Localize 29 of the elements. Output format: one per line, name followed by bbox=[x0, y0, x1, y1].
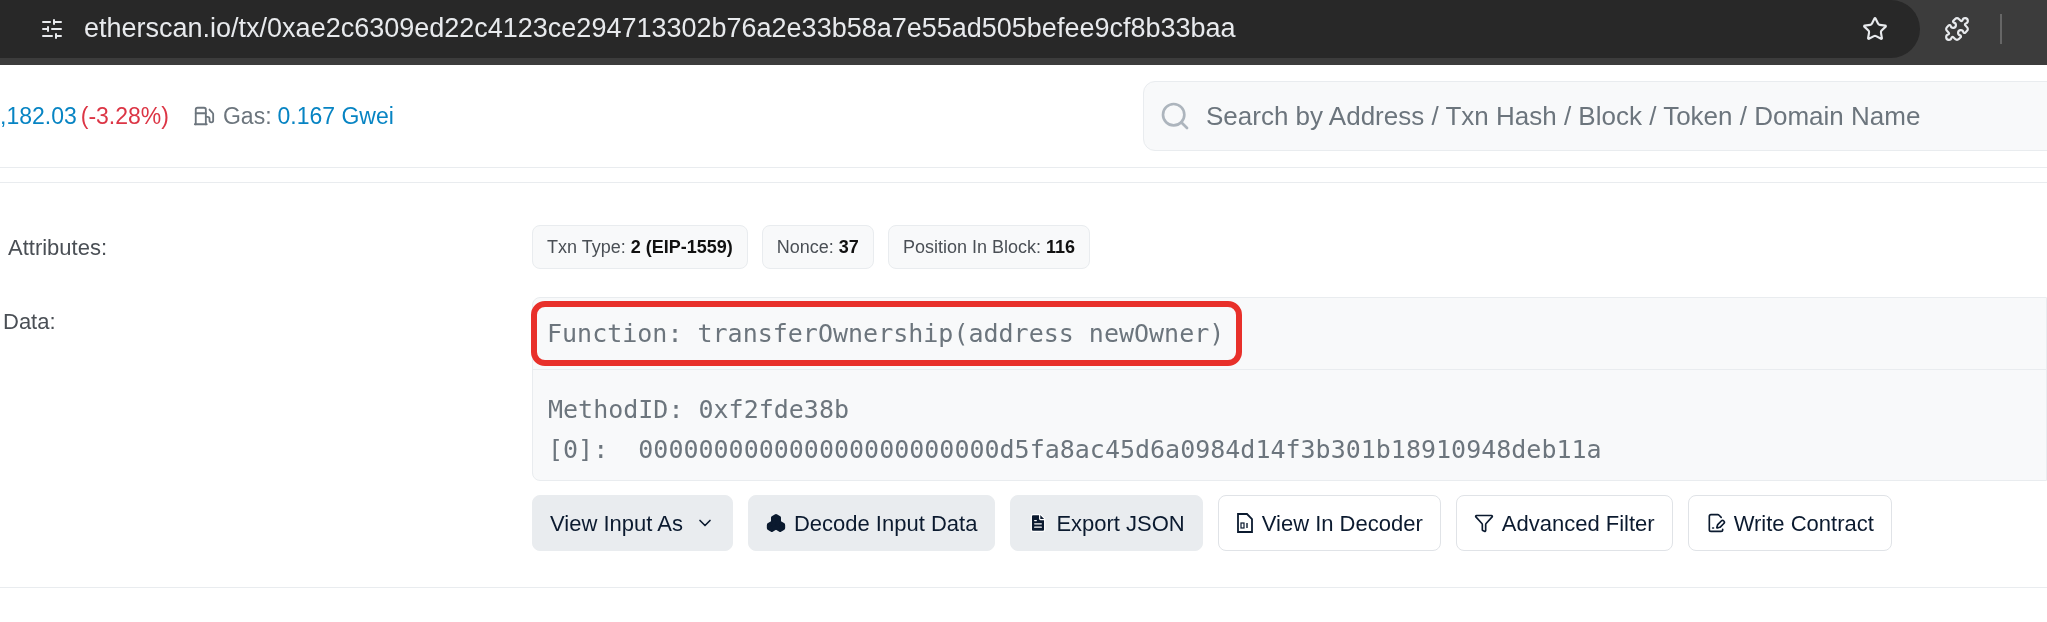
data-label: Data: bbox=[2, 308, 57, 336]
cubes-icon bbox=[765, 513, 786, 533]
attribute-badge: Position In Block: 116 bbox=[887, 225, 1091, 269]
search-field[interactable]: Search by Address / Txn Hash / Block / Token / Domain Name bbox=[1143, 81, 2047, 151]
decoded-input-line: MethodID: 0xf2fde38b bbox=[548, 394, 850, 426]
price-text: ,182.03 bbox=[0, 101, 77, 131]
action-button[interactable]: Decode Input Data bbox=[747, 495, 996, 551]
filter-icon bbox=[1473, 513, 1494, 533]
site-info-icon[interactable] bbox=[40, 16, 64, 41]
action-button[interactable]: Export JSON bbox=[1010, 495, 1203, 551]
extensions-icon[interactable] bbox=[1944, 15, 1970, 42]
view-input-dropdown[interactable]: View Input As bbox=[532, 495, 733, 551]
attribute-badge: Txn Type: 2 (EIP-1559) bbox=[532, 225, 748, 269]
bookmark-star-icon[interactable] bbox=[1862, 15, 1888, 42]
attributes-label: Attributes: bbox=[7, 233, 109, 262]
gas-label: Gas: bbox=[222, 101, 272, 131]
action-button[interactable]: Write Contract bbox=[1687, 495, 1892, 551]
decoded-input-line: [0]: 000000000000000000000000d5fa8ac45d6a0984d14f3b301b18910948deb11a bbox=[548, 434, 1602, 466]
address-bar[interactable]: etherscan.io/tx/0xae2c6309ed22c4123ce294713302b76a2e33b58a7e55ad505befee9cf8b33baa bbox=[0, 0, 1920, 58]
gas-price-link[interactable]: 0.167 Gwei bbox=[277, 98, 394, 134]
action-button[interactable]: View In Decoder bbox=[1217, 495, 1441, 551]
url-text: etherscan.io/tx/0xae2c6309ed22c4123ce294713302b76a2e33b58a7e55ad505befee9cf8b33baa bbox=[84, 12, 1236, 46]
search-icon bbox=[1159, 100, 1191, 132]
price-change-text: (-3.28%) bbox=[80, 101, 169, 131]
attribute-badge: Nonce: 37 bbox=[761, 225, 874, 269]
function-signature: Function: transferOwnership(address newOwner) bbox=[531, 300, 1243, 367]
binary-file-icon bbox=[1235, 513, 1254, 533]
gas-pump-icon bbox=[192, 105, 215, 127]
action-button[interactable]: Advanced Filter bbox=[1455, 495, 1673, 551]
